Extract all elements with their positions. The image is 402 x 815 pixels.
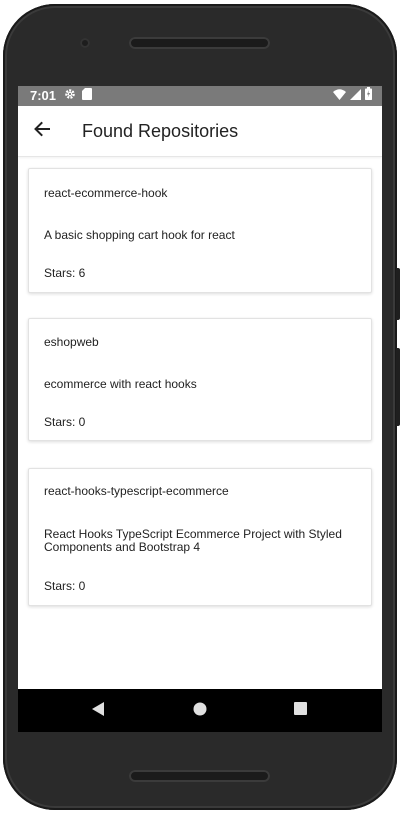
top-speaker [129,37,270,49]
recents-square-icon [293,702,307,720]
repository-stars: Stars: 0 [44,415,86,429]
repository-stars: Stars: 0 [44,579,86,593]
repository-card[interactable]: react-ecommerce-hook A basic shopping ca… [28,168,372,293]
battery-icon [365,87,372,105]
status-left-icons [64,87,92,105]
home-circle-icon [193,702,207,721]
repository-card[interactable]: react-hooks-typescript-ecommerce React H… [28,468,372,606]
power-button [396,268,400,320]
app-bar: Found Repositories [18,106,382,157]
gear-icon [64,87,76,105]
front-camera [80,38,90,48]
repository-card[interactable]: eshopweb ecommerce with react hooks Star… [28,318,372,441]
repository-description: React Hooks TypeScript Ecommerce Project… [44,527,342,554]
repository-description: A basic shopping cart hook for react [44,228,235,242]
page-title: Found Repositories [82,121,239,141]
status-bar: 7:01 [18,86,382,106]
screen: 7:01 Found Repositories react-ecommerce-… [18,86,382,732]
repository-stars: Stars: 6 [44,266,86,280]
status-time: 7:01 [30,88,57,103]
bottom-speaker [129,770,270,782]
wifi-icon [333,87,346,105]
signal-icon [350,87,361,105]
repository-name: react-ecommerce-hook [44,186,168,200]
sd-card-icon [82,87,92,105]
volume-button [396,348,400,426]
system-nav-bar [18,689,382,732]
repository-name: react-hooks-typescript-ecommerce [44,484,229,498]
arrow-left-icon [33,120,51,143]
status-right-icons [333,87,372,105]
nav-recents-button[interactable] [288,699,312,723]
nav-back-button[interactable] [86,699,110,723]
back-triangle-icon [91,701,105,722]
back-button[interactable] [30,119,54,143]
repository-description: ecommerce with react hooks [44,377,197,391]
repository-name: eshopweb [44,335,99,349]
nav-home-button[interactable] [188,699,212,723]
